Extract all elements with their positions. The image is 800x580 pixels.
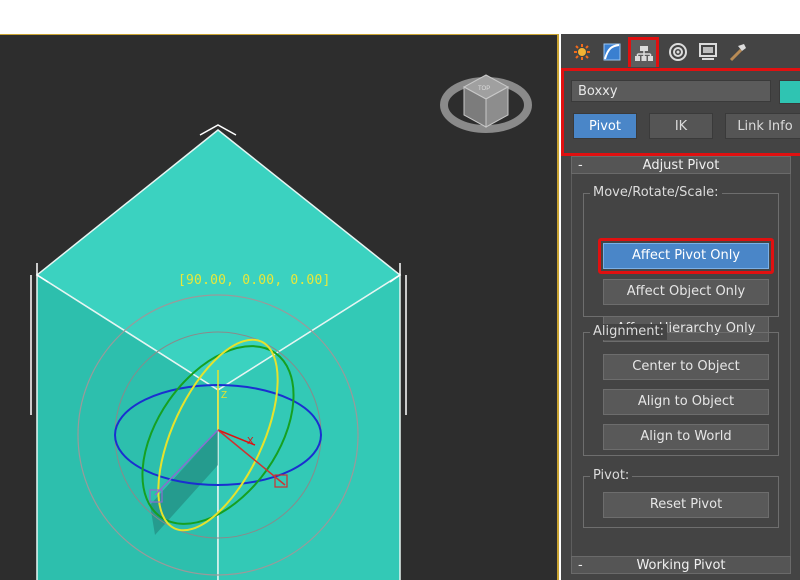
viewcube[interactable]: TOP bbox=[440, 74, 532, 133]
adjust-pivot-title: Adjust Pivot bbox=[642, 158, 720, 173]
align-to-object-button[interactable]: Align to Object bbox=[603, 389, 769, 415]
reset-pivot-button[interactable]: Reset Pivot bbox=[603, 492, 769, 518]
tab-utilities[interactable] bbox=[725, 39, 751, 65]
subtab-pivot[interactable]: Pivot bbox=[573, 113, 637, 139]
hierarchy-icon bbox=[634, 45, 653, 61]
motion-icon bbox=[669, 43, 687, 61]
command-panel-tabs bbox=[561, 34, 800, 70]
pivot-label: Pivot: bbox=[590, 468, 633, 484]
gizmo-z-label: Z bbox=[221, 390, 227, 401]
display-icon bbox=[699, 43, 717, 60]
utilities-icon bbox=[729, 44, 746, 62]
affect-object-only-button[interactable]: Affect Object Only bbox=[603, 279, 769, 305]
viewport-scene: Z X TOP bbox=[30, 74, 532, 580]
move-rotate-scale-label: Move/Rotate/Scale: bbox=[590, 185, 722, 201]
working-pivot-header[interactable]: - Working Pivot bbox=[571, 556, 791, 574]
align-to-world-button[interactable]: Align to World bbox=[603, 424, 769, 450]
perspective-viewport[interactable]: Z X TOP [90.00, 0.00, 0.00] bbox=[0, 34, 559, 580]
object-name-field[interactable]: Boxxy bbox=[571, 80, 771, 102]
tab-motion[interactable] bbox=[665, 39, 691, 65]
object-color-swatch[interactable] bbox=[779, 80, 800, 104]
modify-icon bbox=[603, 43, 621, 61]
working-pivot-title: Working Pivot bbox=[636, 558, 726, 573]
create-icon bbox=[574, 44, 590, 60]
adjust-pivot-header[interactable]: - Adjust Pivot bbox=[571, 156, 791, 174]
command-panel: Boxxy Pivot IK Link Info - Adjust Pivot … bbox=[561, 34, 800, 580]
tab-hierarchy[interactable] bbox=[628, 37, 659, 67]
tab-modify[interactable] bbox=[599, 39, 625, 65]
affect-pivot-only-button[interactable]: Affect Pivot Only bbox=[603, 243, 769, 269]
tab-display[interactable] bbox=[695, 39, 721, 65]
center-to-object-button[interactable]: Center to Object bbox=[603, 354, 769, 380]
collapse-icon: - bbox=[578, 158, 583, 173]
transform-readout: [90.00, 0.00, 0.00] bbox=[178, 273, 331, 288]
subtab-ik[interactable]: IK bbox=[649, 113, 713, 139]
subtab-link-info[interactable]: Link Info bbox=[725, 113, 800, 139]
tab-create[interactable] bbox=[569, 39, 595, 65]
gizmo-x-label: X bbox=[247, 436, 254, 447]
viewcube-face-label: TOP bbox=[478, 86, 490, 92]
collapse-icon: - bbox=[578, 558, 583, 573]
alignment-label: Alignment: bbox=[590, 324, 667, 340]
